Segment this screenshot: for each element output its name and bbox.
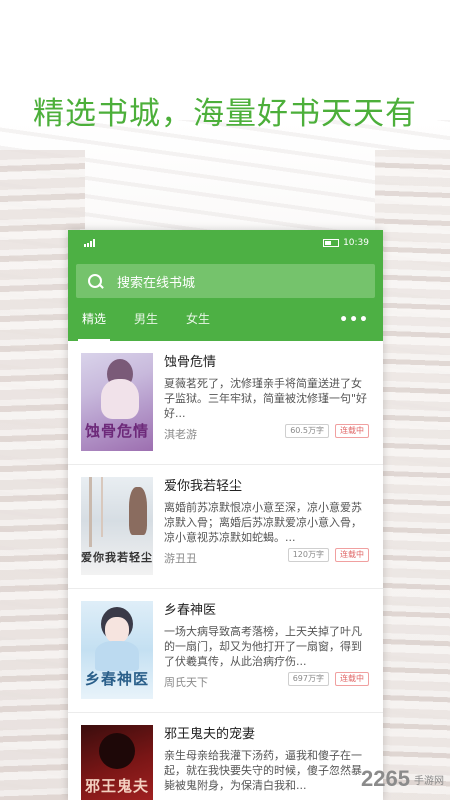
book-meta: 淇老游 60.5万字 连载中 (164, 423, 369, 441)
book-info: 爱你我若轻尘 离婚前苏凉默恨凉小意至深，凉小意爱苏凉默入骨；离婚后苏凉默爱凉小意… (164, 477, 369, 545)
word-count-badge: 60.5万字 (285, 424, 329, 438)
phone-screen: 10:39 搜索在线书城 精选 男生 女生 ••• 蚀骨危情 蚀骨危情 夏薇茗死… (68, 230, 383, 800)
word-count-badge: 697万字 (287, 672, 329, 686)
book-cover: 爱你我若轻尘 (81, 477, 153, 575)
book-cover-title: 乡春神医 (84, 670, 149, 688)
book-author: 淇老游 (164, 428, 197, 441)
tab-female[interactable]: 女生 (186, 298, 210, 341)
word-count-badge: 120万字 (287, 548, 329, 562)
book-badges: 697万字 连载中 (287, 672, 369, 686)
book-badges: 120万字 连载中 (287, 548, 369, 562)
book-item[interactable]: 爱你我若轻尘 爱你我若轻尘 离婚前苏凉默恨凉小意至深，凉小意爱苏凉默入骨；离婚后… (68, 465, 383, 589)
watermark-sub: 手游网 (414, 775, 444, 787)
book-cover-title: 蚀骨危情 (84, 422, 149, 440)
battery-icon (323, 239, 340, 247)
search-icon (88, 273, 103, 289)
signal-icon (84, 239, 95, 247)
book-badges: 60.5万字 连载中 (285, 424, 369, 438)
book-cover-title: 爱你我若轻尘 (81, 551, 153, 564)
status-badge: 连载中 (335, 548, 369, 562)
book-item[interactable]: 蚀骨危情 蚀骨危情 夏薇茗死了，沈修瑾亲手将简童送进了女子监狱。三年牢狱，简童被… (68, 341, 383, 465)
search-bar[interactable]: 搜索在线书城 (76, 264, 375, 298)
book-cover: 邪王鬼夫 (81, 725, 153, 800)
book-author: 周氏天下 (164, 676, 208, 689)
book-desc: 夏薇茗死了，沈修瑾亲手将简童送进了女子监狱。三年牢狱，简童被沈修瑾一句"好好..… (164, 377, 368, 420)
tab-male[interactable]: 男生 (134, 298, 158, 341)
watermark-brand: 2265 (361, 766, 410, 791)
tab-featured[interactable]: 精选 (77, 298, 111, 341)
status-time: 10:39 (343, 238, 369, 248)
book-item[interactable]: 乡春神医 乡春神医 一场大病导致高考落榜，上天关掉了叶凡的一扇门，却又为他打开了… (68, 589, 383, 713)
book-meta: 游丑丑 120万字 连载中 (164, 547, 369, 565)
status-badge: 连载中 (335, 424, 369, 438)
book-author: 游丑丑 (164, 552, 197, 565)
background-book-stack-right (375, 150, 450, 800)
status-bar: 10:39 (68, 230, 383, 256)
book-title: 蚀骨危情 (164, 355, 217, 370)
book-cover-title: 邪王鬼夫 (84, 777, 149, 795)
book-cover: 乡春神医 (81, 601, 153, 699)
book-list: 蚀骨危情 蚀骨危情 夏薇茗死了，沈修瑾亲手将简童送进了女子监狱。三年牢狱，简童被… (68, 341, 383, 800)
book-desc: 一场大病导致高考落榜，上天关掉了叶凡的一扇门，却又为他打开了一扇窗，得到了伏羲真… (164, 625, 362, 668)
book-cover: 蚀骨危情 (81, 353, 153, 451)
book-title: 乡春神医 (164, 603, 217, 618)
book-info: 蚀骨危情 夏薇茗死了，沈修瑾亲手将简童送进了女子监狱。三年牢狱，简童被沈修瑾一句… (164, 353, 369, 421)
book-title: 爱你我若轻尘 (164, 479, 243, 494)
status-right: 10:39 (323, 238, 369, 248)
category-tabs: 精选 男生 女生 ••• (68, 298, 383, 341)
book-item[interactable]: 邪王鬼夫 邪王鬼夫的宠妻 亲生母亲给我灌下汤药，逼我和傻子在一起，就在我快要失守… (68, 713, 383, 800)
status-badge: 连载中 (335, 672, 369, 686)
book-info: 邪王鬼夫的宠妻 亲生母亲给我灌下汤药，逼我和傻子在一起，就在我快要失守的时候，傻… (164, 725, 369, 793)
book-meta: 周氏天下 697万字 连载中 (164, 671, 369, 689)
promo-headline: 精选书城，海量好书天天有 (33, 96, 417, 132)
site-watermark: 2265 手游网 (361, 766, 444, 792)
book-info: 乡春神医 一场大病导致高考落榜，上天关掉了叶凡的一扇门，却又为他打开了一扇窗，得… (164, 601, 369, 669)
book-title: 邪王鬼夫的宠妻 (164, 727, 256, 742)
more-icon[interactable]: ••• (339, 312, 369, 328)
search-placeholder: 搜索在线书城 (117, 275, 196, 291)
app-header: 10:39 搜索在线书城 精选 男生 女生 ••• (68, 230, 383, 341)
book-desc: 离婚前苏凉默恨凉小意至深，凉小意爱苏凉默入骨；离婚后苏凉默爱凉小意入骨，凉小意视… (164, 501, 362, 544)
book-desc: 亲生母亲给我灌下汤药，逼我和傻子在一起，就在我快要失守的时候，傻子忽然暴毙被鬼附… (164, 749, 362, 792)
